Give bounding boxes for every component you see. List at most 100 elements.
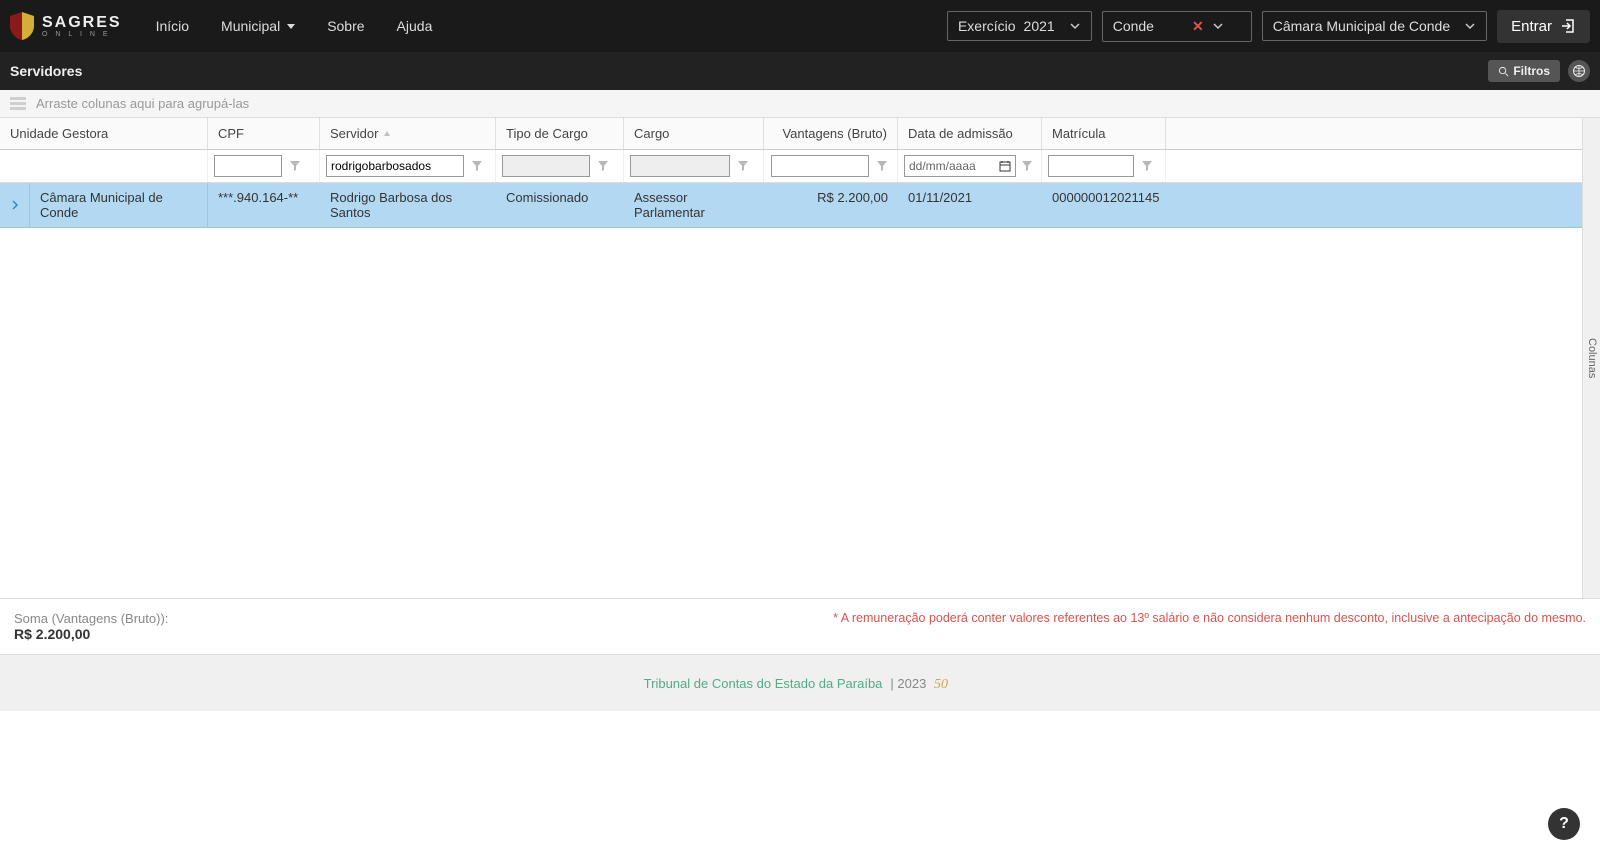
nav-items: Início Municipal Sobre Ajuda xyxy=(142,10,447,42)
brand-sub: O N L I N E xyxy=(42,31,122,38)
funnel-icon xyxy=(1142,161,1152,171)
columns-handle[interactable]: Colunas xyxy=(1582,118,1600,598)
logo[interactable]: SAGRES O N L I N E xyxy=(10,12,122,40)
funnel-icon xyxy=(598,161,608,171)
footer-org[interactable]: Tribunal de Contas do Estado da Paraíba xyxy=(644,676,883,691)
subheader: Servidores Filtros xyxy=(0,52,1600,90)
group-panel[interactable]: Arraste colunas aqui para agrupá-las xyxy=(0,90,1600,118)
funnel-icon xyxy=(1022,161,1032,171)
grid-header: Unidade Gestora CPF Servidor Tipo de Car… xyxy=(0,118,1582,150)
login-button[interactable]: Entrar xyxy=(1497,10,1590,43)
cell-cargo: Assessor Parlamentar xyxy=(624,183,764,227)
top-nav: SAGRES O N L I N E Início Municipal Sobr… xyxy=(0,0,1600,52)
filter-tipo-input xyxy=(502,155,590,177)
municipio-value: Conde xyxy=(1113,18,1154,34)
summary-value: R$ 2.200,00 xyxy=(14,626,168,642)
filter-servidor-btn[interactable] xyxy=(468,157,486,175)
unidade-selector[interactable]: Câmara Municipal de Conde xyxy=(1262,11,1487,41)
col-unidade[interactable]: Unidade Gestora xyxy=(0,118,208,149)
filter-tipo-btn[interactable] xyxy=(594,157,612,175)
brand-name: SAGRES xyxy=(42,15,122,31)
nav-right: Exercício 2021 Conde ✕ Câmara Municipal … xyxy=(947,10,1590,43)
nav-inicio[interactable]: Início xyxy=(142,10,203,42)
table-row[interactable]: Câmara Municipal de Conde ***.940.164-**… xyxy=(0,183,1582,228)
search-icon xyxy=(1498,66,1509,77)
group-panel-text: Arraste colunas aqui para agrupá-las xyxy=(36,96,249,111)
calendar-icon xyxy=(999,160,1011,172)
nav-municipal[interactable]: Municipal xyxy=(207,10,309,42)
cell-data: 01/11/2021 xyxy=(898,183,1042,227)
summary-bar: Soma (Vantagens (Bruto)): R$ 2.200,00 * … xyxy=(0,598,1600,654)
funnel-icon xyxy=(290,161,300,171)
chevron-down-icon xyxy=(1464,20,1476,32)
filter-row: dd/mm/aaaa xyxy=(0,150,1582,183)
filter-cpf-btn[interactable] xyxy=(286,157,304,175)
date-placeholder: dd/mm/aaaa xyxy=(909,159,976,173)
svg-text:50: 50 xyxy=(934,677,948,692)
exercicio-selector[interactable]: Exercício 2021 xyxy=(947,11,1092,41)
shield-icon xyxy=(10,12,34,40)
col-cargo[interactable]: Cargo xyxy=(624,118,764,149)
filter-cargo-input xyxy=(630,155,730,177)
cell-tipo: Comissionado xyxy=(496,183,624,227)
filter-cargo-cell xyxy=(624,150,764,182)
filter-unidade xyxy=(0,150,208,182)
grid-empty-area xyxy=(0,228,1582,598)
sort-asc-icon xyxy=(382,129,392,139)
filter-matricula-btn[interactable] xyxy=(1138,157,1156,175)
col-tipo[interactable]: Tipo de Cargo xyxy=(496,118,624,149)
col-vantagens[interactable]: Vantagens (Bruto) xyxy=(764,118,898,149)
footer-year: | 2023 xyxy=(890,676,926,691)
filtros-button[interactable]: Filtros xyxy=(1488,60,1560,82)
help-button[interactable]: ? xyxy=(1548,808,1580,840)
filter-vantagens-btn[interactable] xyxy=(873,157,891,175)
cell-unidade: Câmara Municipal de Conde xyxy=(30,183,208,227)
filter-matricula-cell xyxy=(1042,150,1166,182)
cell-vantagens: R$ 2.200,00 xyxy=(764,183,898,227)
filter-cargo-btn[interactable] xyxy=(734,157,752,175)
nav-ajuda[interactable]: Ajuda xyxy=(383,10,447,42)
nav-municipal-label: Municipal xyxy=(221,18,280,34)
summary-label: Soma (Vantagens (Bruto)): xyxy=(14,611,168,626)
filtros-label: Filtros xyxy=(1513,64,1550,78)
col-matricula[interactable]: Matrícula xyxy=(1042,118,1166,149)
caret-down-icon xyxy=(287,24,295,29)
anniversary-icon: 50 xyxy=(934,673,956,693)
exercicio-year: 2021 xyxy=(1024,18,1055,34)
cell-servidor: Rodrigo Barbosa dos Santos xyxy=(320,183,496,227)
col-servidor[interactable]: Servidor xyxy=(320,118,496,149)
funnel-icon xyxy=(877,161,887,171)
cell-matricula: 000000012021145 xyxy=(1042,183,1166,227)
nav-sobre[interactable]: Sobre xyxy=(313,10,378,42)
municipio-selector[interactable]: Conde ✕ xyxy=(1102,11,1252,42)
globe-icon xyxy=(1572,64,1586,78)
filter-servidor-cell xyxy=(320,150,496,182)
col-data[interactable]: Data de admissão xyxy=(898,118,1042,149)
chevron-right-icon xyxy=(10,200,20,210)
filter-servidor-input[interactable] xyxy=(326,155,464,177)
grid-wrapper: Unidade Gestora CPF Servidor Tipo de Car… xyxy=(0,118,1600,598)
unidade-value: Câmara Municipal de Conde xyxy=(1273,18,1450,34)
clear-icon[interactable]: ✕ xyxy=(1192,18,1204,35)
expand-button[interactable] xyxy=(0,183,30,227)
filter-data-btn[interactable] xyxy=(1020,157,1035,175)
chevron-down-icon xyxy=(1069,20,1081,32)
filter-data-input[interactable]: dd/mm/aaaa xyxy=(904,155,1016,177)
globe-button[interactable] xyxy=(1568,60,1590,82)
login-icon xyxy=(1560,18,1576,34)
page-title: Servidores xyxy=(10,63,82,79)
exercicio-label: Exercício xyxy=(958,18,1016,34)
cell-cpf: ***.940.164-** xyxy=(208,183,320,227)
filter-matricula-input[interactable] xyxy=(1048,155,1134,177)
page-footer: Tribunal de Contas do Estado da Paraíba … xyxy=(0,654,1600,711)
filter-vantagens-cell xyxy=(764,150,898,182)
filter-data-cell: dd/mm/aaaa xyxy=(898,150,1042,182)
col-servidor-label: Servidor xyxy=(330,126,378,141)
chevron-down-icon xyxy=(1212,20,1224,32)
data-grid: Unidade Gestora CPF Servidor Tipo de Car… xyxy=(0,118,1582,598)
filter-vantagens-input[interactable] xyxy=(771,155,869,177)
login-label: Entrar xyxy=(1511,18,1552,35)
col-cpf[interactable]: CPF xyxy=(208,118,320,149)
filter-cpf-input[interactable] xyxy=(214,155,282,177)
summary-left: Soma (Vantagens (Bruto)): R$ 2.200,00 xyxy=(14,611,168,642)
